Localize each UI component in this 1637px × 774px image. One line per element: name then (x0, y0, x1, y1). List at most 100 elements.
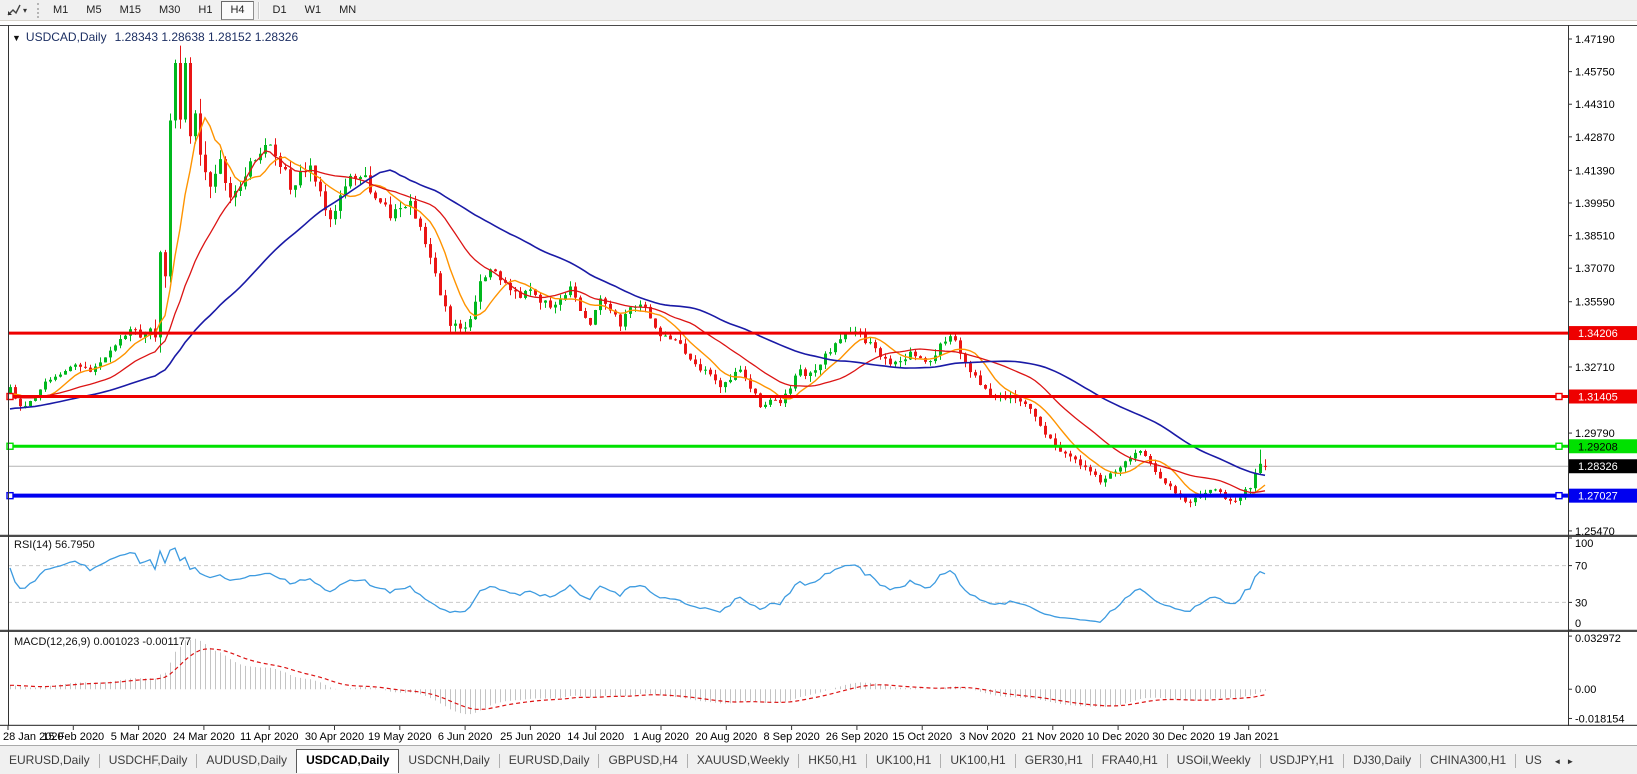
price-tick-label: 1.35590 (1575, 297, 1615, 309)
price-tick-label: 1.41390 (1575, 165, 1615, 177)
price-badge: 1.31405 (1569, 389, 1637, 404)
hline-handle[interactable] (6, 392, 14, 401)
timeframe-button-m15[interactable]: M15 (111, 1, 150, 20)
chart-tab-hk50h1[interactable]: HK50,H1 (799, 750, 866, 772)
tab-scroll-left[interactable]: ◄ (1551, 751, 1564, 771)
svg-text:1.31405: 1.31405 (1578, 392, 1618, 404)
chart-tab-uk100h1[interactable]: UK100,H1 (941, 750, 1014, 772)
price-badge: 1.29208 (1569, 439, 1637, 454)
chart-tab-xauusdweekly[interactable]: XAUUSD,Weekly (688, 750, 798, 772)
price-badge: 1.27027 (1569, 488, 1637, 503)
price-badge: 1.28326 (1569, 459, 1637, 474)
chart-tab-usoilweekly[interactable]: USOil,Weekly (1168, 750, 1260, 772)
date-label: 19 May 2020 (368, 731, 432, 743)
chart-tab-eurusddaily[interactable]: EURUSD,Daily (0, 750, 99, 772)
rsi-value: 56.7950 (54, 539, 95, 551)
chart-tab-usdchfdaily[interactable]: USDCHF,Daily (100, 750, 197, 772)
macd-indicator-panel[interactable]: 0.032972 0.00 -0.018154 (0, 631, 1637, 726)
rsi-indicator-panel[interactable]: 100 70 30 0 (0, 536, 1637, 631)
chart-collapse-icon[interactable]: ▼ (12, 33, 21, 43)
chart-tab-usdcnhdaily[interactable]: USDCNH,Daily (399, 750, 498, 772)
rsi-axis-label: 0 (1575, 618, 1581, 630)
chart-tab-usdcaddaily[interactable]: USDCAD,Daily (296, 749, 400, 773)
rsi-axis-label: 100 (1575, 538, 1593, 550)
date-label: 10 Dec 2020 (1087, 731, 1149, 743)
chart-tab-audusddaily[interactable]: AUDUSD,Daily (197, 750, 296, 772)
price-tick-label: 1.25470 (1575, 526, 1615, 536)
date-label: 24 Mar 2020 (173, 731, 235, 743)
svg-text:1.34206: 1.34206 (1578, 328, 1618, 340)
timeframe-button-d1[interactable]: D1 (264, 1, 296, 20)
pencil-line-icon (7, 4, 21, 16)
date-label: 30 Dec 2020 (1152, 731, 1214, 743)
date-label: 19 Jan 2021 (1218, 731, 1279, 743)
timeframe-button-h4[interactable]: H4 (221, 0, 254, 20)
timeframe-button-m1[interactable]: M1 (44, 1, 77, 20)
macd-axis-label: 0.032972 (1575, 633, 1621, 645)
date-label: 26 Sep 2020 (826, 731, 888, 743)
timeframe-button-m30[interactable]: M30 (150, 1, 189, 20)
chart-symbol-period: USDCAD,Daily (25, 30, 107, 44)
timeframe-button-h1[interactable]: H1 (189, 1, 221, 20)
macd-values: 0.001023 -0.001177 (93, 636, 192, 648)
rsi-label: RSI(14) 56.7950 (14, 539, 95, 551)
date-label: 15 Feb 2020 (42, 731, 104, 743)
hline-handle[interactable] (1555, 442, 1563, 450)
mt4-window: ▾ M1 M5 M15 M30 H1 H4 D1 W1 MN ▼ USDCAD,Daily 1.28… (0, 0, 1637, 774)
date-label: 5 Mar 2020 (111, 731, 167, 743)
main-price-chart[interactable]: 1.47190 1.45750 1.44310 1.42870 1.41390 1.399… (0, 25, 1637, 536)
main-chart-layers (6, 45, 1568, 508)
price-tick-label: 1.37070 (1575, 263, 1615, 275)
hline-handle[interactable] (1555, 491, 1563, 500)
chart-tab-gbpusdh4[interactable]: GBPUSD,H4 (599, 750, 686, 772)
timeframe-button-m5[interactable]: M5 (77, 1, 110, 20)
timeframe-button-mn[interactable]: MN (330, 1, 365, 20)
rsi-axis-label: 70 (1575, 561, 1587, 573)
date-label: 11 Apr 2020 (240, 731, 299, 743)
chart-tab-dj30daily[interactable]: DJ30,Daily (1344, 750, 1420, 772)
svg-text:1.27027: 1.27027 (1578, 491, 1618, 503)
chart-tab-china300h1[interactable]: CHINA300,H1 (1421, 750, 1515, 772)
price-tick-label: 1.39950 (1575, 198, 1615, 210)
rsi-axis-label: 30 (1575, 597, 1587, 609)
price-tick-label: 1.38510 (1575, 231, 1615, 243)
rsi-line (9, 547, 1266, 624)
tab-scroll-right[interactable]: ► (1564, 751, 1577, 771)
macd-signal-line (10, 648, 1266, 711)
svg-text:1.28326: 1.28326 (1578, 461, 1618, 473)
price-tick-label: 1.47190 (1575, 34, 1615, 46)
date-label: 14 Jul 2020 (567, 731, 624, 743)
timeframe-toolbar: ▾ M1 M5 M15 M30 H1 H4 D1 W1 MN (0, 0, 1637, 21)
macd-axis-label: -0.018154 (1575, 713, 1625, 725)
date-axis[interactable]: 28 Jan 202015 Feb 2020 5 Mar 2020 24 Mar 2… (0, 726, 1637, 745)
date-label: 1 Aug 2020 (633, 731, 689, 743)
price-tick-label: 1.45750 (1575, 67, 1615, 79)
timeframe-buttons: M1 M5 M15 M30 H1 H4 D1 W1 MN (44, 0, 365, 20)
date-label: 30 Apr 2020 (305, 731, 364, 743)
line-tool-caret[interactable]: ▾ (23, 6, 27, 15)
toolbar-separator (257, 1, 260, 19)
line-tool-button[interactable]: ▾ (2, 2, 32, 19)
ma-line-3 (9, 169, 1266, 477)
chart-ohlc-values: 1.28343 1.28638 1.28152 1.28326 (114, 30, 299, 44)
svg-text:1.29208: 1.29208 (1578, 441, 1618, 453)
chart-tab-uk100h1[interactable]: UK100,H1 (867, 750, 940, 772)
date-label: 21 Nov 2020 (1022, 731, 1084, 743)
timeframe-button-w1[interactable]: W1 (296, 1, 331, 20)
date-label: 25 Jun 2020 (500, 731, 561, 743)
chart-tab-usdjpyh1[interactable]: USDJPY,H1 (1261, 750, 1343, 772)
price-tick-label: 1.42870 (1575, 132, 1615, 144)
hline-handle[interactable] (6, 491, 14, 500)
macd-label: MACD(12,26,9) 0.001023 -0.001177 (14, 636, 192, 648)
date-label: 20 Aug 2020 (695, 731, 757, 743)
hline-handle[interactable] (1555, 392, 1563, 401)
hline-handle[interactable] (6, 442, 14, 450)
chart-tab-ger30h1[interactable]: GER30,H1 (1016, 750, 1092, 772)
date-label: 3 Nov 2020 (959, 731, 1015, 743)
macd-axis-label: 0.00 (1575, 684, 1596, 696)
chart-tab-fra40h1[interactable]: FRA40,H1 (1093, 750, 1167, 772)
date-label: 15 Oct 2020 (892, 731, 952, 743)
date-label: 6 Jun 2020 (438, 731, 492, 743)
chart-tab-eurusddaily[interactable]: EURUSD,Daily (500, 750, 599, 772)
chart-tab-us[interactable]: US (1516, 750, 1551, 772)
